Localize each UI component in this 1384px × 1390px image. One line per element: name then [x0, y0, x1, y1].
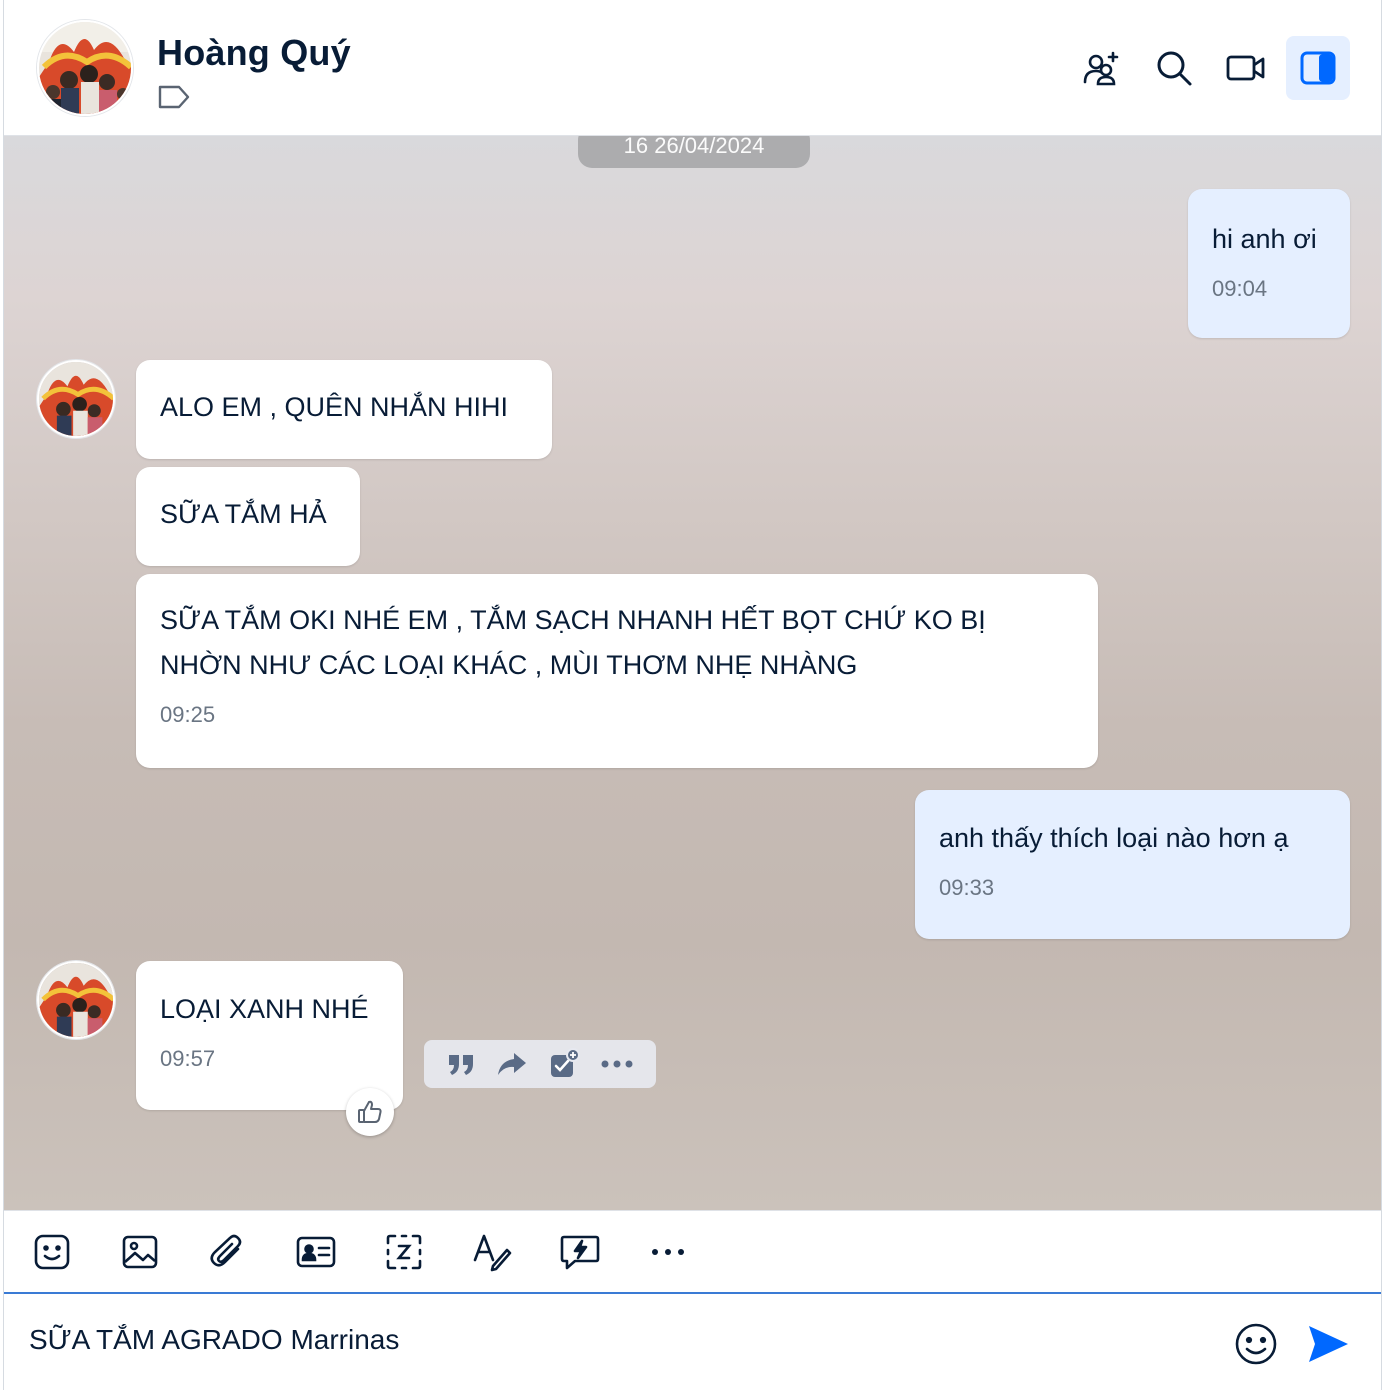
message-time: 09:04 [1212, 276, 1268, 301]
attach-button[interactable] [205, 1229, 251, 1275]
sticker-button[interactable] [29, 1229, 75, 1275]
screenshot-button[interactable] [381, 1229, 427, 1275]
format-text-icon [471, 1232, 513, 1272]
sidebar-toggle-button[interactable] [1286, 36, 1350, 100]
quote-icon[interactable] [446, 1050, 476, 1078]
contact-avatar[interactable] [37, 360, 115, 438]
video-call-button[interactable] [1214, 36, 1278, 100]
emoji-button[interactable] [1232, 1320, 1280, 1368]
message-text: hi anh ơi [1212, 224, 1317, 254]
message-text: anh thấy thích loại nào hơn ạ [939, 823, 1289, 853]
forward-icon[interactable] [496, 1050, 528, 1078]
message-text: LOẠI XANH NHÉ [160, 994, 369, 1024]
date-separator: 16 26/04/2024 [578, 136, 810, 168]
reaction-button[interactable] [346, 1088, 394, 1136]
message-time: 09:25 [160, 702, 216, 727]
contact-avatar[interactable] [37, 20, 133, 116]
search-icon [1154, 48, 1194, 88]
message-bubble-received[interactable]: ALO EM , QUÊN NHẮN HIHI [136, 360, 552, 459]
more-icon[interactable] [600, 1059, 634, 1069]
thumbs-up-icon [356, 1098, 384, 1126]
contact-name[interactable]: Hoàng Quý [157, 32, 351, 74]
quick-message-button[interactable] [557, 1229, 603, 1275]
attach-icon [208, 1232, 248, 1272]
message-bubble-sent[interactable]: hi anh ơi 09:04 [1188, 189, 1350, 338]
more-tools-button[interactable] [645, 1229, 691, 1275]
add-task-icon[interactable] [548, 1048, 580, 1080]
contact-avatar[interactable] [37, 961, 115, 1039]
send-button[interactable] [1304, 1320, 1352, 1368]
message-composer: SỮA TẮM AGRADO Marrinas [4, 1294, 1381, 1390]
message-actions-bar [424, 1040, 656, 1088]
emoji-icon [1232, 1320, 1280, 1368]
send-icon [1304, 1320, 1352, 1368]
message-text: ALO EM , QUÊN NHẮN HIHI [160, 392, 509, 422]
message-bubble-received[interactable]: SỮA TẮM HẢ [136, 467, 360, 566]
add-member-icon [1082, 48, 1122, 88]
tag-icon[interactable] [157, 84, 191, 110]
screenshot-icon [384, 1232, 424, 1272]
message-text-line: NHỜN NHƯ CÁC LOẠI KHÁC , MÙI THƠM NHẸ NH… [160, 650, 858, 680]
quick-message-icon [559, 1232, 601, 1272]
composer-toolbar [4, 1210, 1381, 1294]
contact-card-icon [295, 1232, 337, 1272]
sticker-icon [32, 1232, 72, 1272]
message-text-line: SỮA TẮM OKI NHÉ EM , TẮM SẠCH NHANH HẾT … [160, 605, 986, 635]
chat-header: Hoàng Quý [4, 0, 1381, 136]
image-button[interactable] [117, 1229, 163, 1275]
message-bubble-received[interactable]: SỮA TẮM OKI NHÉ EM , TẮM SẠCH NHANH HẾT … [136, 574, 1098, 768]
sidebar-toggle-icon [1299, 50, 1337, 86]
format-text-button[interactable] [469, 1229, 515, 1275]
search-button[interactable] [1142, 36, 1206, 100]
chat-window: Hoàng Quý 16 26/04/2024 hi anh ơi 09:04 … [3, 0, 1382, 1390]
more-icon [650, 1247, 686, 1257]
message-input[interactable]: SỮA TẮM AGRADO Marrinas [29, 1324, 399, 1356]
video-call-icon [1225, 48, 1267, 88]
message-list[interactable]: 16 26/04/2024 hi anh ơi 09:04 ALO EM , Q… [4, 136, 1381, 1210]
message-time: 09:33 [939, 875, 995, 900]
message-bubble-sent[interactable]: anh thấy thích loại nào hơn ạ 09:33 [915, 790, 1350, 939]
contact-card-button[interactable] [293, 1229, 339, 1275]
message-bubble-received[interactable]: LOẠI XANH NHÉ 09:57 [136, 961, 403, 1110]
add-member-button[interactable] [1070, 36, 1134, 100]
image-icon [120, 1232, 160, 1272]
message-time: 09:57 [160, 1046, 216, 1071]
message-text: SỮA TẮM HẢ [160, 499, 327, 529]
